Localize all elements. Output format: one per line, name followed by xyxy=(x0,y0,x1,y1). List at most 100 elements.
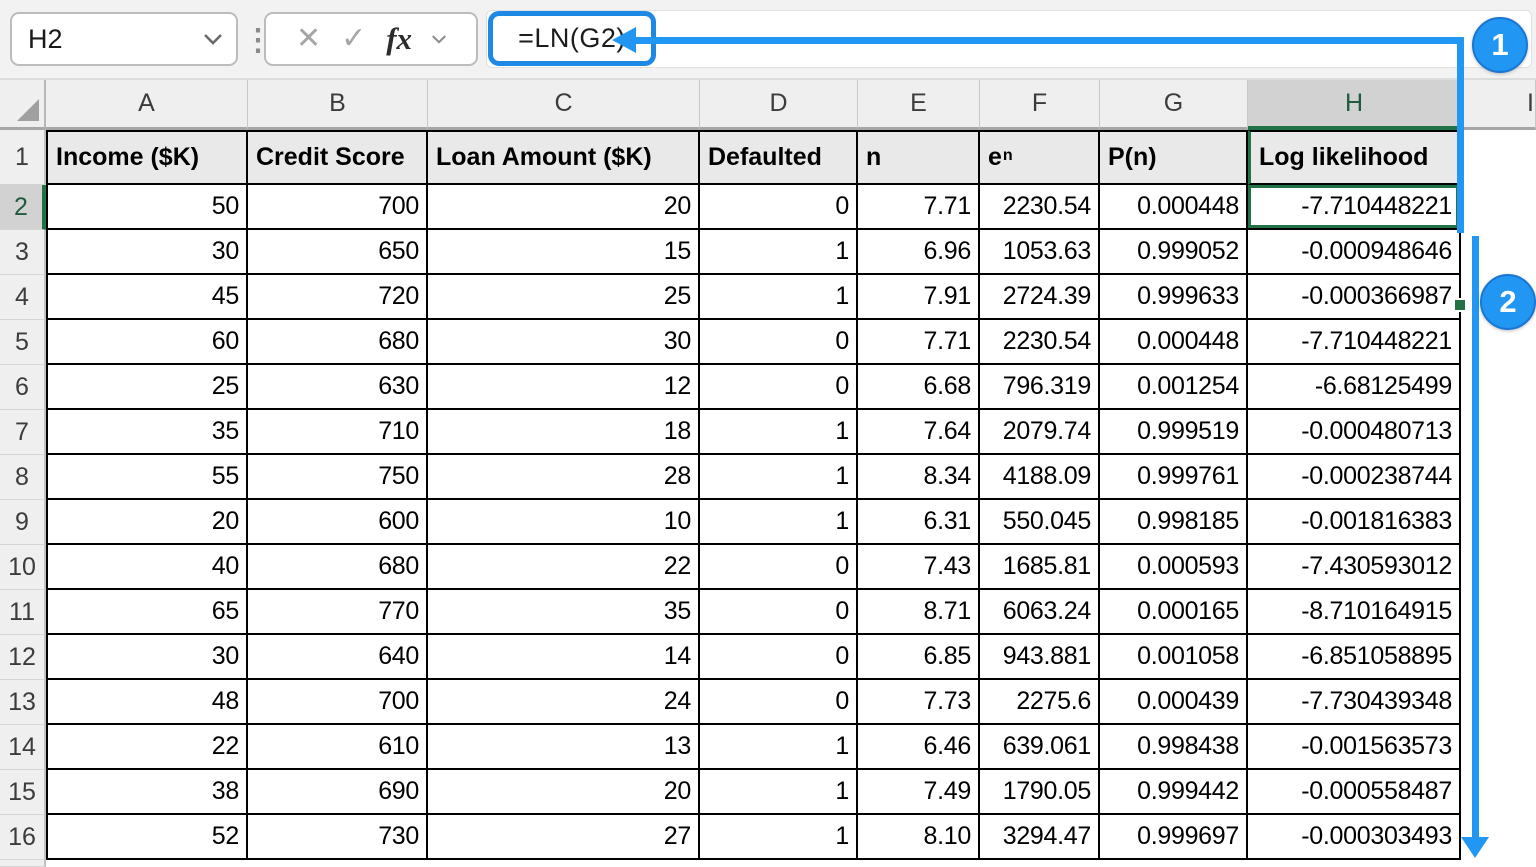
cell-D10[interactable]: 0 xyxy=(700,545,858,590)
row-header-16[interactable]: 16 xyxy=(0,815,46,860)
cell-F9[interactable]: 550.045 xyxy=(980,500,1100,545)
row-header-5[interactable]: 5 xyxy=(0,320,46,365)
cell-B9[interactable]: 600 xyxy=(248,500,428,545)
cell-E10[interactable]: 7.43 xyxy=(858,545,980,590)
header-cell-F1[interactable]: en xyxy=(980,130,1100,185)
formula-highlight-box[interactable]: =LN(G2) xyxy=(488,11,656,66)
cell-B7[interactable]: 710 xyxy=(248,410,428,455)
cell-B10[interactable]: 680 xyxy=(248,545,428,590)
cell-D8[interactable]: 1 xyxy=(700,455,858,500)
cell-C2[interactable]: 20 xyxy=(428,185,700,230)
column-header-D[interactable]: D xyxy=(700,80,858,130)
cell-C10[interactable]: 22 xyxy=(428,545,700,590)
cell-C16[interactable]: 27 xyxy=(428,815,700,860)
cell-G12[interactable]: 0.001058 xyxy=(1100,635,1248,680)
cell-A5[interactable]: 60 xyxy=(46,320,248,365)
cell-D13[interactable]: 0 xyxy=(700,680,858,725)
column-header-H[interactable]: H xyxy=(1248,80,1461,130)
cell-A6[interactable]: 25 xyxy=(46,365,248,410)
cell-E3[interactable]: 6.96 xyxy=(858,230,980,275)
cell-E4[interactable]: 7.91 xyxy=(858,275,980,320)
row-header-6[interactable]: 6 xyxy=(0,365,46,410)
cell-A13[interactable]: 48 xyxy=(46,680,248,725)
cell-G9[interactable]: 0.998185 xyxy=(1100,500,1248,545)
cell-H7[interactable]: -0.000480713 xyxy=(1248,410,1461,455)
cell-D3[interactable]: 1 xyxy=(700,230,858,275)
cell-D7[interactable]: 1 xyxy=(700,410,858,455)
row-header-12[interactable]: 12 xyxy=(0,635,46,680)
row-header-1[interactable]: 1 xyxy=(0,130,46,185)
cell-E14[interactable]: 6.46 xyxy=(858,725,980,770)
cell-G2[interactable]: 0.000448 xyxy=(1100,185,1248,230)
row-header-15[interactable]: 15 xyxy=(0,770,46,815)
cell-F6[interactable]: 796.319 xyxy=(980,365,1100,410)
cell-A15[interactable]: 38 xyxy=(46,770,248,815)
cell-H2[interactable]: -7.710448221 xyxy=(1248,185,1461,230)
cell-H9[interactable]: -0.001816383 xyxy=(1248,500,1461,545)
cell-A9[interactable]: 20 xyxy=(46,500,248,545)
cell-D4[interactable]: 1 xyxy=(700,275,858,320)
cell-B12[interactable]: 640 xyxy=(248,635,428,680)
chevron-down-icon[interactable] xyxy=(204,34,222,45)
cell-F13[interactable]: 2275.6 xyxy=(980,680,1100,725)
column-header-F[interactable]: F xyxy=(980,80,1100,130)
cell-D11[interactable]: 0 xyxy=(700,590,858,635)
cell-C13[interactable]: 24 xyxy=(428,680,700,725)
cell-E15[interactable]: 7.49 xyxy=(858,770,980,815)
fill-handle[interactable] xyxy=(1453,298,1467,312)
cell-D14[interactable]: 1 xyxy=(700,725,858,770)
row-header-7[interactable]: 7 xyxy=(0,410,46,455)
cell-E9[interactable]: 6.31 xyxy=(858,500,980,545)
cell-D6[interactable]: 0 xyxy=(700,365,858,410)
cell-H10[interactable]: -7.430593012 xyxy=(1248,545,1461,590)
cell-G16[interactable]: 0.999697 xyxy=(1100,815,1248,860)
cell-F15[interactable]: 1790.05 xyxy=(980,770,1100,815)
cell-F16[interactable]: 3294.47 xyxy=(980,815,1100,860)
cell-A16[interactable]: 52 xyxy=(46,815,248,860)
cell-G5[interactable]: 0.000448 xyxy=(1100,320,1248,365)
header-cell-D1[interactable]: Defaulted xyxy=(700,130,858,185)
cell-C7[interactable]: 18 xyxy=(428,410,700,455)
cell-C12[interactable]: 14 xyxy=(428,635,700,680)
cell-C8[interactable]: 28 xyxy=(428,455,700,500)
cell-C5[interactable]: 30 xyxy=(428,320,700,365)
cell-E2[interactable]: 7.71 xyxy=(858,185,980,230)
cell-E6[interactable]: 6.68 xyxy=(858,365,980,410)
cell-H15[interactable]: -0.000558487 xyxy=(1248,770,1461,815)
row-header-3[interactable]: 3 xyxy=(0,230,46,275)
cell-A8[interactable]: 55 xyxy=(46,455,248,500)
insert-function-icon[interactable]: fx xyxy=(386,21,412,57)
cell-E16[interactable]: 8.10 xyxy=(858,815,980,860)
row-header-14[interactable]: 14 xyxy=(0,725,46,770)
row-header-2[interactable]: 2 xyxy=(0,185,46,230)
cell-E5[interactable]: 7.71 xyxy=(858,320,980,365)
cell-C4[interactable]: 25 xyxy=(428,275,700,320)
cell-B16[interactable]: 730 xyxy=(248,815,428,860)
cell-G13[interactable]: 0.000439 xyxy=(1100,680,1248,725)
cell-G11[interactable]: 0.000165 xyxy=(1100,590,1248,635)
cell-F10[interactable]: 1685.81 xyxy=(980,545,1100,590)
cell-H16[interactable]: -0.000303493 xyxy=(1248,815,1461,860)
cell-F7[interactable]: 2079.74 xyxy=(980,410,1100,455)
cell-H13[interactable]: -7.730439348 xyxy=(1248,680,1461,725)
cell-B2[interactable]: 700 xyxy=(248,185,428,230)
cell-A12[interactable]: 30 xyxy=(46,635,248,680)
cell-D9[interactable]: 1 xyxy=(700,500,858,545)
cell-A2[interactable]: 50 xyxy=(46,185,248,230)
cell-D16[interactable]: 1 xyxy=(700,815,858,860)
cell-D15[interactable]: 1 xyxy=(700,770,858,815)
cell-F14[interactable]: 639.061 xyxy=(980,725,1100,770)
cell-H14[interactable]: -0.001563573 xyxy=(1248,725,1461,770)
cell-B8[interactable]: 750 xyxy=(248,455,428,500)
cell-B6[interactable]: 630 xyxy=(248,365,428,410)
row-header-4[interactable]: 4 xyxy=(0,275,46,320)
column-header-B[interactable]: B xyxy=(248,80,428,130)
cell-C9[interactable]: 10 xyxy=(428,500,700,545)
header-cell-E1[interactable]: n xyxy=(858,130,980,185)
row-header-13[interactable]: 13 xyxy=(0,680,46,725)
column-header-I[interactable]: I xyxy=(1461,80,1536,130)
header-cell-H1[interactable]: Log likelihood xyxy=(1248,130,1461,185)
cell-H11[interactable]: -8.710164915 xyxy=(1248,590,1461,635)
cell-H4[interactable]: -0.000366987 xyxy=(1248,275,1461,320)
cell-G10[interactable]: 0.000593 xyxy=(1100,545,1248,590)
